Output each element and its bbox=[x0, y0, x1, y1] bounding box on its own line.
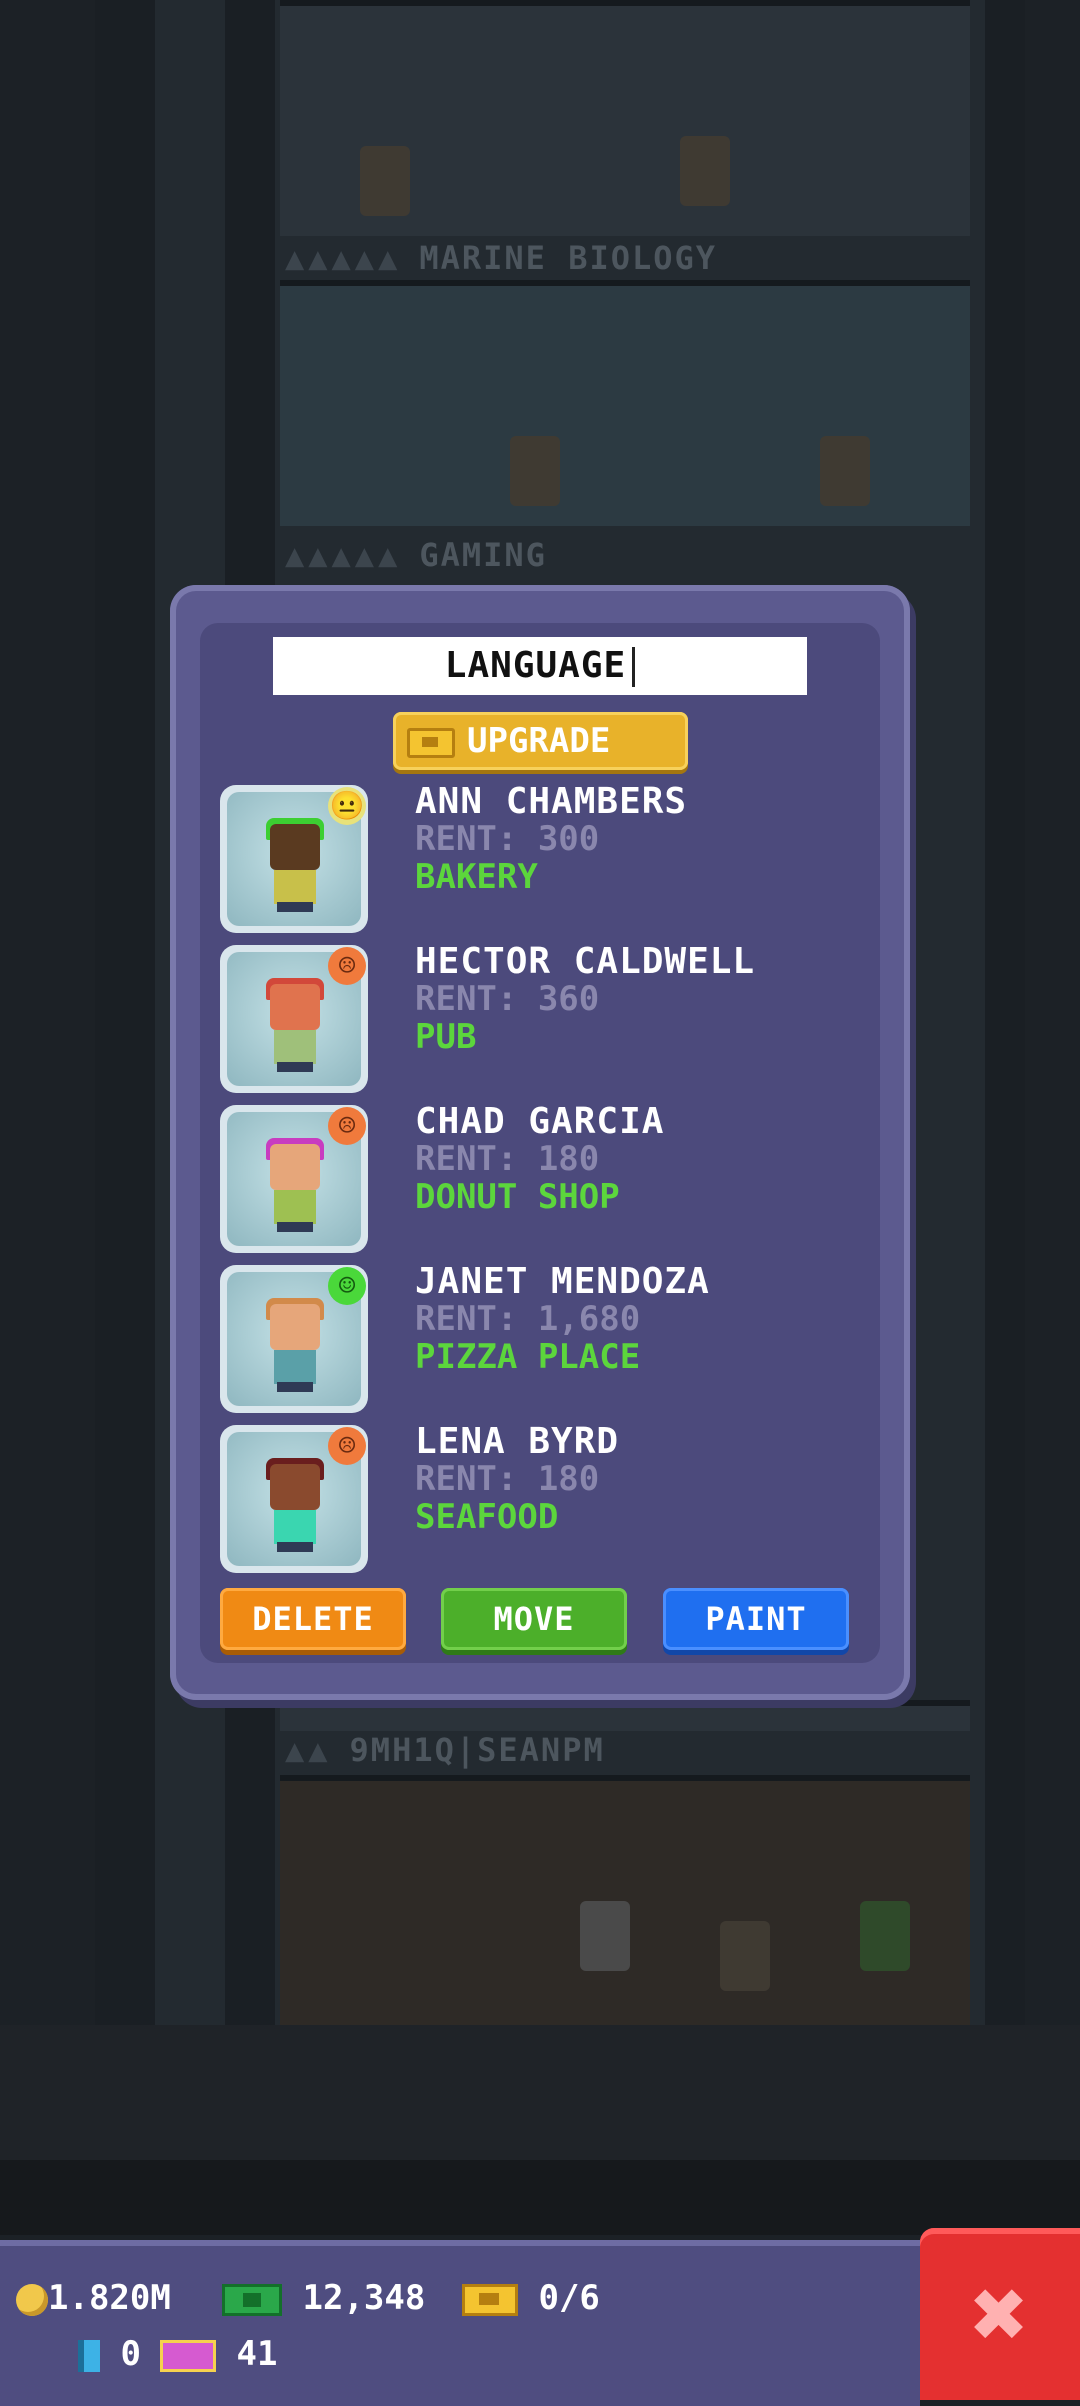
avatar-face bbox=[270, 1464, 320, 1510]
avatar-legs bbox=[277, 902, 313, 912]
floor-name-text: LANGUAGE bbox=[444, 645, 627, 686]
unhappy-mood-icon: ☹ bbox=[328, 947, 366, 985]
tenant-rent: RENT: 360 bbox=[415, 979, 600, 1019]
tenant-business: PUB bbox=[415, 1017, 477, 1057]
tenant-name: CHAD GARCIA bbox=[415, 1101, 665, 1142]
tenant-name: HECTOR CALDWELL bbox=[415, 941, 756, 982]
stars-icon: ▲▲▲▲▲ bbox=[285, 239, 402, 277]
elevator-icon bbox=[78, 2339, 100, 2372]
stars-icon: ▲▲▲▲▲ bbox=[285, 536, 402, 574]
avatar-face bbox=[270, 1144, 320, 1190]
unhappy-mood-icon: ☹ bbox=[328, 1427, 366, 1465]
bux-value: 0/6 bbox=[538, 2278, 600, 2318]
ground bbox=[0, 2025, 1080, 2160]
upgrade-label: UPGRADE bbox=[467, 721, 611, 761]
floor-room[interactable] bbox=[280, 0, 970, 236]
close-button[interactable]: ✖ bbox=[920, 2228, 1080, 2400]
tenant-row[interactable]: ☹ LENA BYRD RENT: 180 SEAFOOD bbox=[220, 1421, 840, 1575]
floor-label: ▲▲ 9MH1Q|SEANPM bbox=[285, 1731, 605, 1769]
elevator-shaft bbox=[95, 0, 155, 2025]
resource-bar: 1.820M 12,348 0/6 0 41 bbox=[0, 2240, 920, 2406]
tenant-name: JANET MENDOZA bbox=[415, 1261, 710, 1302]
floor-room[interactable] bbox=[280, 1775, 970, 2031]
tower-bux-icon bbox=[407, 727, 455, 758]
happy-mood-icon: ☺ bbox=[328, 1267, 366, 1305]
avatar-legs bbox=[277, 1062, 313, 1072]
avatar-legs bbox=[277, 1382, 313, 1392]
vip-ticket-icon bbox=[160, 2339, 216, 2372]
tenant-business: PIZZA PLACE bbox=[415, 1337, 641, 1377]
tenant-avatar[interactable]: 😐 bbox=[220, 785, 368, 933]
avatar-body bbox=[274, 1190, 316, 1224]
elevator-counter[interactable]: 0 bbox=[78, 2334, 141, 2374]
avatar-face bbox=[270, 824, 320, 870]
tenant-avatar[interactable]: ☺ bbox=[220, 1265, 368, 1413]
avatar-body bbox=[274, 1510, 316, 1544]
avatar-body bbox=[274, 870, 316, 904]
stars-icon: ▲▲ bbox=[285, 1731, 332, 1769]
coins-counter[interactable]: 1.820M bbox=[16, 2278, 171, 2318]
tenant-row[interactable]: 😐 ANN CHAMBERS RENT: 300 BAKERY bbox=[220, 781, 840, 935]
bux-counter[interactable]: 0/6 bbox=[462, 2278, 600, 2318]
avatar-legs bbox=[277, 1222, 313, 1232]
tower-bux-icon bbox=[462, 2283, 518, 2316]
tenant-row[interactable]: ☺ JANET MENDOZA RENT: 1,680 PIZZA PLACE bbox=[220, 1261, 840, 1415]
paint-button[interactable]: PAINT bbox=[663, 1588, 849, 1650]
floor-label: ▲▲▲▲▲ MARINE BIOLOGY bbox=[285, 239, 718, 277]
tenant-avatar[interactable]: ☹ bbox=[220, 945, 368, 1093]
elevator-value: 0 bbox=[120, 2334, 141, 2374]
floor-label: ▲▲▲▲▲ GAMING bbox=[285, 536, 547, 574]
tenant-row[interactable]: ☹ HECTOR CALDWELL RENT: 360 PUB bbox=[220, 941, 840, 1095]
tenant-avatar[interactable]: ☹ bbox=[220, 1105, 368, 1253]
move-button[interactable]: MOVE bbox=[441, 1588, 627, 1650]
neutral-mood-icon: 😐 bbox=[328, 787, 366, 825]
avatar-face bbox=[270, 984, 320, 1030]
coins-value: 1.820M bbox=[48, 2278, 171, 2318]
ground bbox=[0, 2160, 1080, 2235]
close-icon: ✖ bbox=[971, 2258, 1029, 2370]
tenant-business: DONUT SHOP bbox=[415, 1177, 620, 1217]
cash-value: 12,348 bbox=[302, 2278, 426, 2318]
cash-counter[interactable]: 12,348 bbox=[222, 2278, 425, 2318]
avatar-body bbox=[274, 1030, 316, 1064]
vip-counter[interactable]: 41 bbox=[160, 2334, 277, 2374]
floor-room[interactable] bbox=[280, 280, 970, 526]
tenant-rent: RENT: 180 bbox=[415, 1139, 600, 1179]
text-caret bbox=[632, 647, 636, 687]
vip-value: 41 bbox=[236, 2334, 278, 2374]
floor-name-input[interactable]: LANGUAGE bbox=[273, 637, 807, 695]
avatar-legs bbox=[277, 1542, 313, 1552]
unhappy-mood-icon: ☹ bbox=[328, 1107, 366, 1145]
tenant-rent: RENT: 180 bbox=[415, 1459, 600, 1499]
tenant-name: LENA BYRD bbox=[415, 1421, 620, 1462]
tenant-rent: RENT: 300 bbox=[415, 819, 600, 859]
cash-icon bbox=[222, 2283, 282, 2316]
avatar-body bbox=[274, 1350, 316, 1384]
tenant-name: ANN CHAMBERS bbox=[415, 781, 688, 822]
tenant-business: BAKERY bbox=[415, 857, 538, 897]
coin-icon bbox=[16, 2283, 48, 2316]
tenant-avatar[interactable]: ☹ bbox=[220, 1425, 368, 1573]
tenant-rent: RENT: 1,680 bbox=[415, 1299, 641, 1339]
tenant-row[interactable]: ☹ CHAD GARCIA RENT: 180 DONUT SHOP bbox=[220, 1101, 840, 1255]
floor-room[interactable] bbox=[280, 1700, 970, 1731]
upgrade-button[interactable]: UPGRADE bbox=[393, 712, 688, 770]
tenant-business: SEAFOOD bbox=[415, 1497, 559, 1537]
elevator-shaft bbox=[985, 0, 1025, 2025]
avatar-face bbox=[270, 1304, 320, 1350]
delete-button[interactable]: DELETE bbox=[220, 1588, 406, 1650]
